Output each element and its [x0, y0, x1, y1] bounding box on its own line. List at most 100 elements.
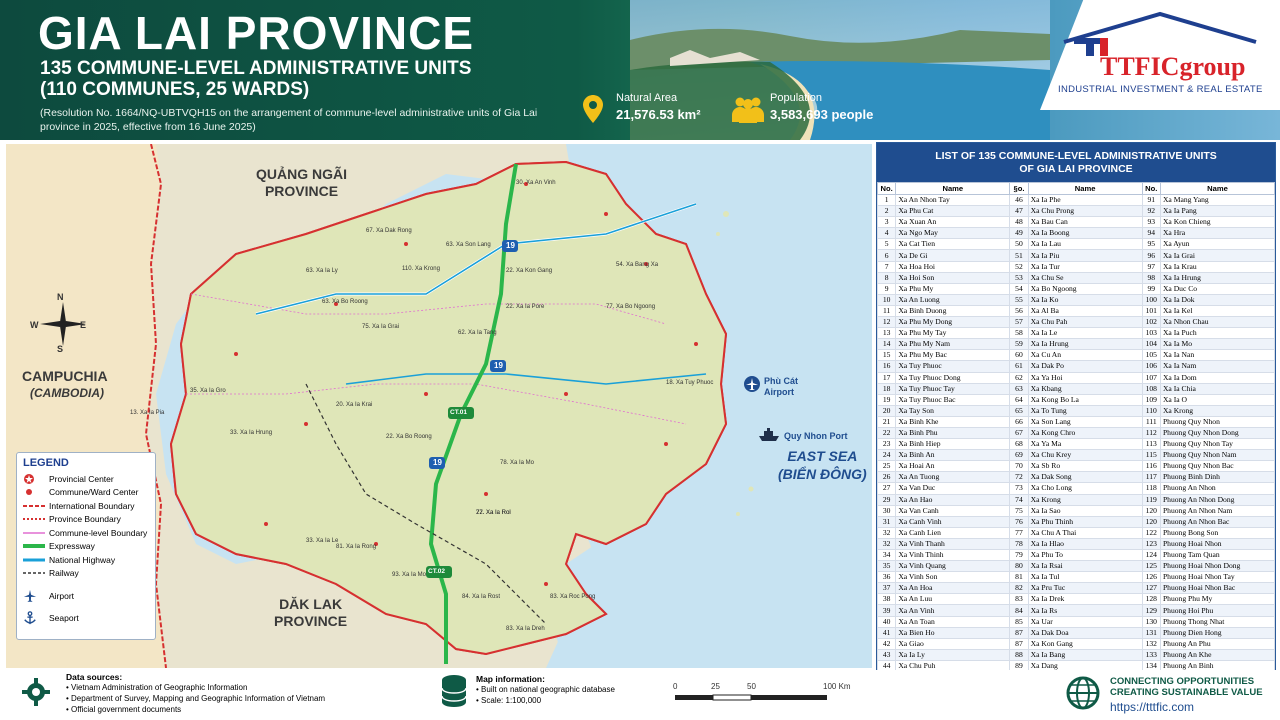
row-number-cell: 120 [1141, 504, 1161, 517]
row-name-cell: Xa Ia Drek [1027, 593, 1143, 606]
legend-label: Seaport [49, 613, 79, 624]
row-number-cell: 122 [1141, 526, 1161, 539]
row-name-cell: Xa Van Canh [895, 504, 1011, 517]
row-name-cell: Phuong Quy Nhon Tay [1159, 438, 1276, 451]
table-row: 34 Xa Vinh Thinh 79 Xa Phu To 124 Phuong Tam … [876, 548, 1276, 562]
region-campuchia: CAMPUCHIA [22, 368, 108, 384]
row-number-cell: 88 [1009, 648, 1029, 661]
area-label: 35. Xa Ia Gro [190, 388, 226, 394]
row-number-cell: 57 [1009, 316, 1029, 329]
row-number-cell: 69 [1009, 449, 1029, 462]
row-number-cell: 96 [1141, 249, 1161, 262]
row-name-cell: Xa Phu To [1027, 548, 1143, 562]
legend-item: Provincial Center [23, 472, 149, 486]
airport-icon [744, 376, 760, 392]
province-boundary-icon [23, 516, 49, 522]
row-name-cell: Xa Kong Bo La [1027, 393, 1143, 406]
row-number-cell: 117 [1141, 471, 1161, 484]
table-row: 22 Xa Binh Phu 67 Xa Kong Chro 112 Phuong Quy… [876, 426, 1276, 440]
row-name-cell: Xa Hoai An [895, 460, 1011, 473]
row-name-cell: Phuong Quy Nhon Dong [1159, 426, 1276, 440]
natural-area-label: Natural Area [616, 92, 678, 104]
logo-brand: TTFICgroup [1100, 52, 1246, 81]
units-list-title-line2: OF GIA LAI PROVINCE [1019, 163, 1133, 175]
row-number-cell: 72 [1009, 471, 1029, 484]
row-number-cell: 77 [1009, 526, 1029, 539]
commune-boundary-icon [23, 530, 49, 536]
row-name-cell: Xa Tuy Phuoc Bac [895, 393, 1011, 406]
row-number-cell: 53 [1009, 271, 1029, 284]
map-information: Map information: • Built on national geo… [476, 674, 615, 706]
logo-roof-icon [1063, 11, 1257, 56]
row-number-cell: 92 [1141, 205, 1161, 218]
row-name-cell: Xa Phu Thinh [1027, 515, 1143, 528]
row-name-cell: Xa An Luu [895, 593, 1011, 606]
units-list-panel: LIST OF 135 COMMUNE-LEVEL ADMINISTRATIVE… [876, 142, 1276, 684]
area-label: 18. Xa Tuy Phuoc [666, 380, 714, 386]
compass-e: E [80, 320, 87, 330]
commune-center-icon [23, 486, 49, 498]
row-number-cell: 93 [1141, 216, 1161, 229]
row-number-cell: 98 [1141, 271, 1161, 284]
row-name-cell: Xa Bo Ngoong [1027, 282, 1143, 295]
row-number-cell: 16 [876, 360, 897, 373]
row-name-cell: Xa Hoa Hoi [895, 260, 1011, 273]
compass-s: S [57, 344, 64, 354]
row-name-cell: Xa Phu Cat [895, 205, 1011, 218]
area-label: 84. Xa Ia Rost [462, 594, 501, 600]
row-name-cell: Phuong An Nhon [1159, 482, 1276, 495]
row-number-cell: 116 [1141, 460, 1161, 473]
table-row: 38 Xa An Luu 83 Xa Ia Drek 128 Phuong Phu My [876, 593, 1276, 606]
row-name-cell: Xa Ia Hrung [1027, 338, 1143, 351]
table-row: 37 Xa An Hoa 82 Xa Pru Tuc 127 Phuong Hoai Nh… [876, 582, 1276, 595]
row-name-cell: Xa Xuan An [895, 216, 1011, 229]
table-row: 18 Xa Tuy Phuoc Tay 63 Xa Kbang 108 Xa Ia Chi… [876, 382, 1276, 395]
population-value: 3,583,693 people [770, 107, 874, 122]
airport-label: Phù Cát Airport [764, 376, 799, 397]
row-name-cell: Phuong Hoai Nhon Dong [1159, 560, 1276, 573]
row-name-cell: Xa Ayun [1159, 238, 1276, 251]
data-source-item: • Department of Survey, Mapping and Geog… [66, 694, 326, 703]
row-name-cell: Xa Phu My Tay [895, 327, 1011, 340]
column-header: Name [895, 182, 1011, 195]
region-quang-ngai: QUẢNG NGÃI PROVINCE [256, 166, 347, 199]
row-number-cell: 85 [1009, 615, 1029, 628]
intl-boundary-icon [23, 503, 49, 509]
area-label: 63. Xa Ia Ly [306, 268, 338, 274]
area-label: 93. Xa Ia Mo [392, 572, 427, 578]
gear-icon [22, 678, 50, 706]
legend-label: Airport [49, 590, 75, 601]
area-label: 77. Xa Bo Ngoong [606, 304, 656, 310]
units-list-title-line1: LIST OF 135 COMMUNE-LEVEL ADMINISTRATIVE… [935, 150, 1217, 162]
row-name-cell: Xa Ia Le [1027, 327, 1143, 340]
ship-icon [759, 428, 779, 441]
table-row: 9 Xa Phu My 54 Xa Bo Ngoong 99 Xa Duc Co [876, 282, 1276, 295]
legend-label: Expressway [49, 541, 95, 552]
row-name-cell: Xa Tuy Phuoc Tay [895, 382, 1011, 395]
row-number-cell: 36 [876, 571, 897, 584]
row-number-cell: 34 [876, 548, 897, 562]
legend-item: Commune/Ward Center [23, 486, 149, 500]
scale-bar: 0 25 50 100 Km [660, 680, 860, 710]
legend-label: Commune/Ward Center [49, 487, 139, 498]
road-shield-label: CT.02 [428, 568, 445, 575]
legend-label: International Boundary [49, 500, 135, 511]
row-number-cell: 39 [876, 604, 897, 617]
row-number-cell: 40 [876, 615, 897, 628]
row-name-cell: Xa Ia Dok [1159, 293, 1276, 306]
website-link[interactable]: https://tttfic.com [1110, 700, 1194, 714]
data-source-text: Department of Survey, Mapping and Geogra… [71, 694, 326, 703]
row-name-cell: Xa Pru Tuc [1027, 582, 1143, 595]
row-name-cell: Xa Ngo May [895, 227, 1011, 240]
row-number-cell: 49 [1009, 227, 1029, 240]
row-number-cell: 30 [876, 504, 897, 517]
row-name-cell: Xa Krong [1159, 404, 1276, 417]
row-name-cell: Xa Ia Grai [1159, 249, 1276, 262]
area-label: 63. Xa Bo Roong [322, 299, 368, 305]
row-number-cell: 119 [1141, 493, 1161, 506]
row-number-cell: 6 [876, 249, 897, 262]
row-number-cell: 7 [876, 260, 897, 273]
area-label: 54. Xa Bang Xa [616, 262, 659, 268]
row-number-cell: 102 [1141, 316, 1161, 329]
row-name-cell: Xa Ya Hoi [1027, 371, 1143, 384]
